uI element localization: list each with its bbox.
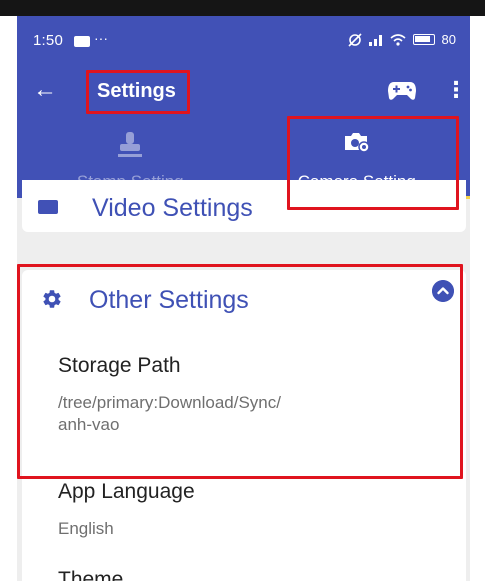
page-title: Settings [97, 80, 176, 102]
status-time: 1:50 [33, 32, 63, 49]
toolbar: ← Settings ⋮ [17, 68, 470, 120]
storage-path-value: /tree/primary:Download/Sync/ anh-vao [58, 393, 281, 434]
notification-icon [74, 36, 90, 47]
other-settings-title: Other Settings [89, 286, 249, 314]
stamp-icon [118, 132, 143, 157]
theme-title: Theme [58, 568, 124, 581]
app-language-value: English [58, 519, 114, 538]
top-edge [0, 0, 485, 16]
wifi-icon [390, 33, 406, 46]
gear-icon [43, 290, 61, 308]
alarm-off-icon [347, 32, 362, 47]
more-notifications-indicator: ··· [94, 30, 108, 46]
storage-path-title: Storage Path [58, 354, 181, 377]
more-vert-icon[interactable]: ⋮ [445, 78, 467, 102]
video-settings-card[interactable]: Video Settings [22, 180, 466, 232]
status-bar: 1:50 ··· 80 [17, 16, 470, 68]
battery-icon [412, 34, 435, 45]
right-edge [470, 16, 485, 581]
app-language-title: App Language [58, 480, 195, 503]
battery-level: 80 [441, 32, 456, 47]
signal-icon [368, 34, 382, 46]
camera-settings-icon [344, 133, 370, 153]
arrow-left-icon[interactable]: ← [33, 78, 57, 102]
status-icons: 80 [347, 32, 456, 47]
chevron-up-icon[interactable] [432, 280, 454, 302]
other-settings-card: Other Settings Storage Path /tree/primar… [22, 270, 466, 581]
gamepad-icon[interactable] [387, 80, 417, 102]
video-icon [38, 200, 58, 214]
video-settings-title: Video Settings [92, 194, 253, 222]
